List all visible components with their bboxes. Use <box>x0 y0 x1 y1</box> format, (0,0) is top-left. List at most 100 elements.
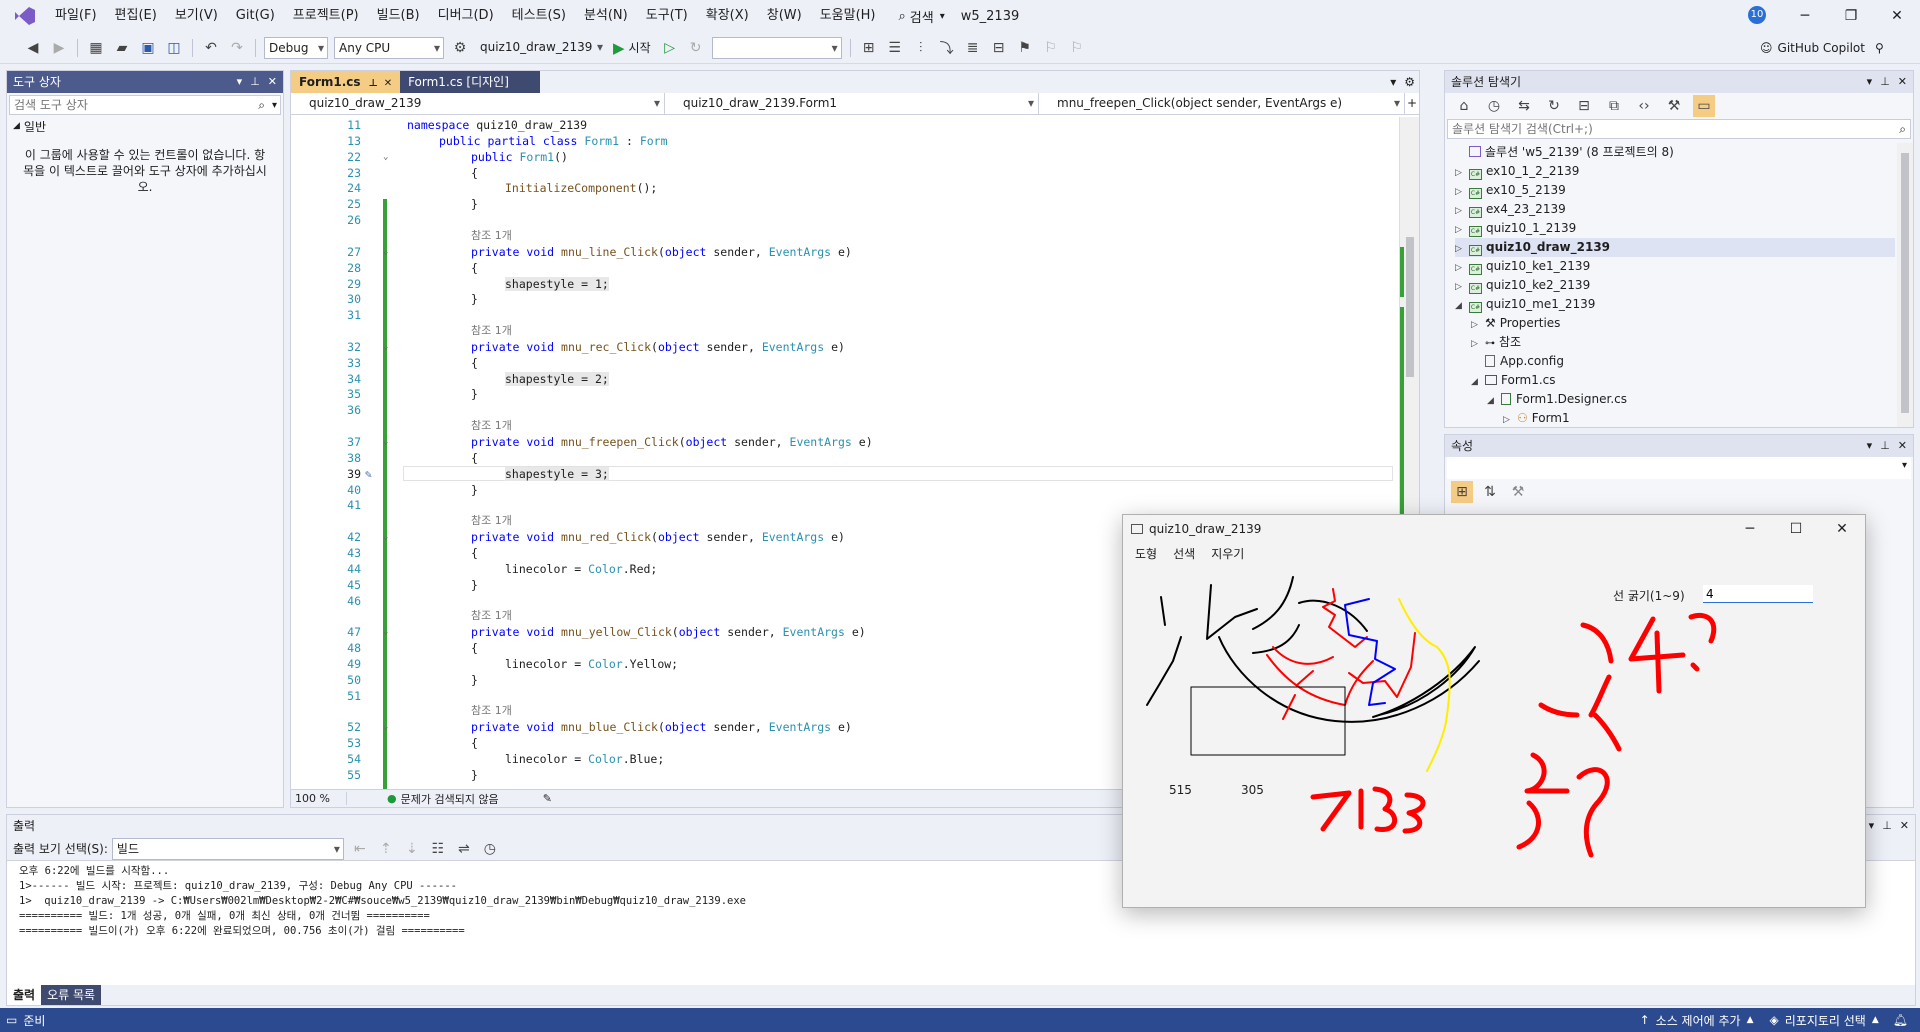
solution-project[interactable]: ▷ C# quiz10_ke2_2139 <box>1455 276 1590 295</box>
chevron-down-icon[interactable]: ▾ <box>1902 460 1907 471</box>
solution-project[interactable]: ▷ C# quiz10_draw_2139 <box>1455 238 1895 257</box>
history-icon[interactable]: ◷ <box>1483 95 1505 117</box>
reference-count-label[interactable]: 참조 1개 <box>471 323 512 339</box>
find-message-icon[interactable]: ⇤ <box>349 838 371 860</box>
chevron-down-icon[interactable]: ▾ <box>1867 435 1873 457</box>
reference-count-lens[interactable]: 참조 1개 <box>291 228 1381 244</box>
new-project-icon[interactable]: ▦ <box>85 37 107 59</box>
chevron-down-icon[interactable]: ▾ <box>940 11 945 22</box>
reference-count-label[interactable]: 참조 1개 <box>471 418 512 434</box>
toolbox-group-general[interactable]: 일반 <box>24 118 46 135</box>
gear-icon[interactable]: ⚙ <box>449 37 471 59</box>
word-wrap-icon[interactable]: ⇌ <box>453 838 475 860</box>
menu-item[interactable]: 디버그(D) <box>429 0 503 32</box>
output-source-select[interactable]: 빌드 <box>111 837 344 860</box>
drawing-canvas[interactable] <box>1123 565 1865 907</box>
close-icon[interactable]: ✕ <box>1898 71 1907 93</box>
brush-icon[interactable]: ✎ <box>543 792 552 805</box>
tab-form1-cs[interactable]: Form1.cs ⊥ ✕ <box>291 71 401 93</box>
fold-chevron-icon[interactable]: ⌄ <box>383 719 388 735</box>
fold-chevron-icon[interactable]: ⌄ <box>383 529 388 545</box>
chevron-down-icon[interactable]: ▾ <box>237 71 243 93</box>
code-line[interactable]: 11 namespace quiz10_draw_2139 <box>291 117 1381 133</box>
menu-item[interactable]: Git(G) <box>227 0 284 32</box>
bookmark-prev-icon[interactable]: ⚐ <box>1040 37 1062 59</box>
close-icon[interactable]: ✕ <box>1900 815 1909 837</box>
search-icon[interactable]: ⌕ <box>1895 122 1910 137</box>
tree-item-app-config[interactable]: App.config <box>1471 352 1564 371</box>
reference-count-lens[interactable]: 참조 1개 <box>291 418 1381 434</box>
scroll-thumb[interactable] <box>1901 153 1909 413</box>
tree-item-form1-class[interactable]: ▷ ⚇ Form1 <box>1503 409 1570 427</box>
code-line[interactable]: 35} <box>291 386 1381 402</box>
fold-chevron-icon[interactable]: ⌄ <box>383 149 388 165</box>
back-icon[interactable]: ◀ <box>22 37 44 59</box>
toolbox-icon[interactable]: ⊞ <box>858 37 880 59</box>
expanded-arrow-icon[interactable]: ◢ <box>1455 297 1469 316</box>
categorized-icon[interactable]: ⊞ <box>1451 481 1473 503</box>
forward-icon[interactable]: ▶ <box>48 37 70 59</box>
chevron-up-icon[interactable]: ▲ <box>1872 1015 1879 1025</box>
search-label[interactable]: 검색 <box>910 7 934 26</box>
code-line[interactable]: 27 ⌄ private void mnu_line_Click(object se… <box>291 244 1381 260</box>
pin-icon[interactable]: ⊥ <box>1880 435 1890 457</box>
fold-chevron-icon[interactable]: ⌄ <box>383 624 388 640</box>
chevron-down-icon[interactable]: ▾ <box>269 100 280 111</box>
bookmark-icon[interactable]: ⚑ <box>1014 37 1036 59</box>
save-all-icon[interactable]: ◫ <box>163 37 185 59</box>
refresh-icon[interactable]: ↻ <box>1543 95 1565 117</box>
code-line[interactable]: 40} <box>291 482 1381 498</box>
menu-item[interactable]: 분석(N) <box>575 0 637 32</box>
menu-item[interactable]: 편집(E) <box>106 0 166 32</box>
undo-icon[interactable]: ↶ <box>200 37 222 59</box>
show-all-icon[interactable]: ⧉ <box>1603 95 1625 117</box>
maximize-icon[interactable]: ☐ <box>1773 515 1819 543</box>
menu-item[interactable]: 빌드(B) <box>368 0 429 32</box>
chevron-down-icon[interactable]: ▾ <box>1386 71 1400 93</box>
reference-count-lens[interactable]: 참조 1개 <box>291 323 1381 339</box>
wrench-icon[interactable]: ⚒ <box>1507 481 1529 503</box>
menu-item[interactable]: 보기(V) <box>166 0 227 32</box>
code-line[interactable]: 34 shapestyle = 2; <box>291 371 1381 387</box>
clock-icon[interactable]: ◷ <box>479 838 501 860</box>
pin-icon[interactable]: ⊥ <box>250 71 260 93</box>
add-icon[interactable]: + <box>1405 93 1419 114</box>
copilot-icon[interactable]: ☺ <box>1760 41 1773 55</box>
start-button[interactable]: 시작 <box>629 39 651 56</box>
solution-project[interactable]: ▷ C# quiz10_1_2139 <box>1455 219 1576 238</box>
align-icon[interactable]: ⫶ <box>910 37 932 59</box>
tree-item-references[interactable]: ▷ ⊶ 참조 <box>1471 333 1521 352</box>
step-icon[interactable]: ⤵ <box>936 37 958 59</box>
open-folder-icon[interactable]: ▰ <box>111 37 133 59</box>
source-control-button[interactable]: 소스 제어에 추가 <box>1656 1012 1741 1029</box>
copilot-button[interactable]: GitHub Copilot <box>1778 41 1865 55</box>
code-line[interactable]: 13 public partial class Form1 : Form <box>291 133 1381 149</box>
reference-count-label[interactable]: 참조 1개 <box>471 608 512 624</box>
start-icon[interactable]: ▶ <box>613 39 625 57</box>
home-icon[interactable]: ⌂ <box>1453 95 1475 117</box>
member-nav-select[interactable]: mnu_freepen_Click(object sender, EventAr… <box>1039 93 1405 114</box>
properties-object-select[interactable]: ▾ <box>1447 457 1911 479</box>
fold-chevron-icon[interactable]: ⌄ <box>383 434 388 450</box>
code-line[interactable]: 32 ⌄ private void mnu_rec_Click(object sen… <box>291 339 1381 355</box>
code-line[interactable]: 30} <box>291 291 1381 307</box>
fold-chevron-icon[interactable]: ⌄ <box>383 244 388 260</box>
quick-action-icon[interactable]: ✎ <box>365 466 372 482</box>
start-without-debug-icon[interactable]: ▷ <box>659 37 681 59</box>
bookmark-next-icon[interactable]: ⚐ <box>1066 37 1088 59</box>
next-message-icon[interactable]: ⇣ <box>401 838 423 860</box>
zoom-select[interactable]: 100 % <box>291 792 347 805</box>
minimize-icon[interactable]: ─ <box>1727 515 1773 543</box>
redo-icon[interactable]: ↷ <box>226 37 248 59</box>
repository-button[interactable]: 리포지토리 선택 <box>1785 1012 1866 1029</box>
code-line[interactable]: 25} <box>291 196 1381 212</box>
code-line[interactable]: 26 <box>291 212 1381 228</box>
pin-icon[interactable]: ⊥ <box>1882 815 1892 837</box>
close-icon[interactable]: ✕ <box>1898 435 1907 457</box>
pin-icon[interactable]: ⊥ <box>369 78 378 89</box>
debug-target-select[interactable] <box>711 36 842 59</box>
project-nav-select[interactable]: quiz10_draw_2139 <box>291 93 665 114</box>
code-line[interactable]: 38 { <box>291 450 1381 466</box>
type-nav-select[interactable]: quiz10_draw_2139.Form1 <box>665 93 1039 114</box>
tree-item-properties[interactable]: ▷ ⚒ Properties <box>1471 314 1560 333</box>
